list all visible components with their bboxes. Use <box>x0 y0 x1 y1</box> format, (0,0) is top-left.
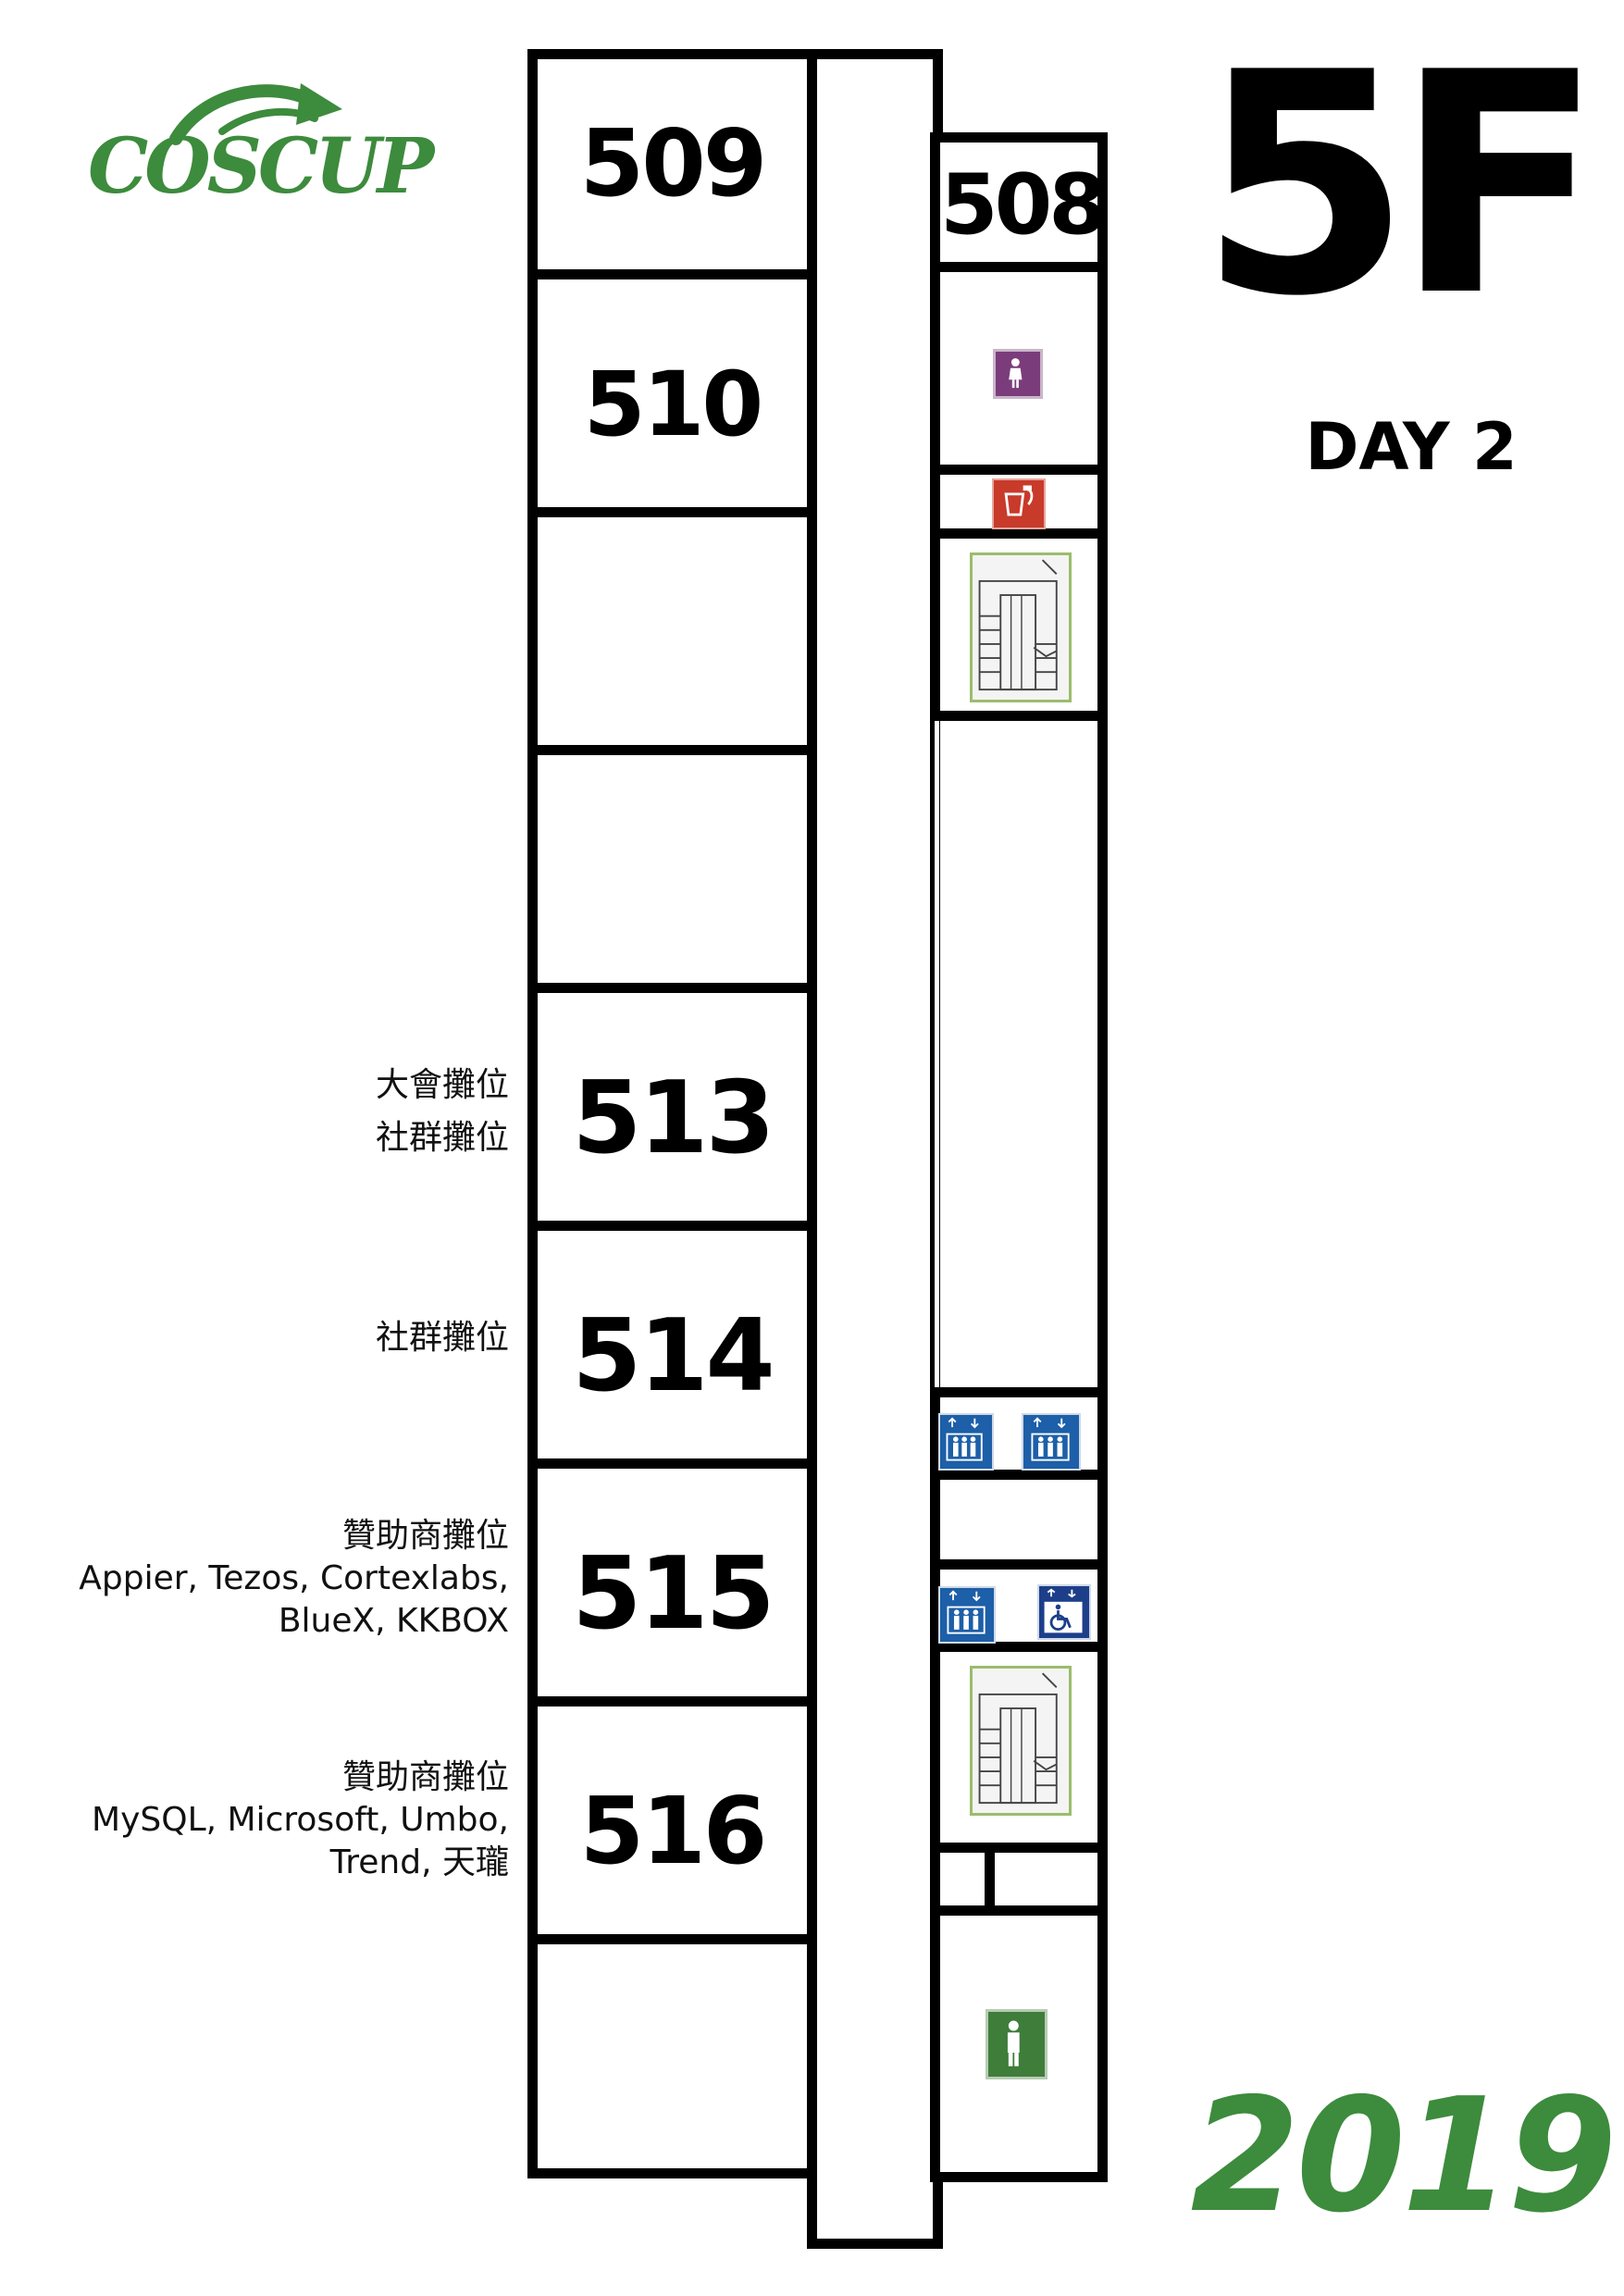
elevator-icon <box>938 1413 994 1471</box>
room-515-sponsor-list-2: BlueX, KKBOX <box>278 1602 509 1640</box>
room-508[interactable]: 508 <box>930 132 1108 272</box>
room-515-number: 515 <box>572 1536 775 1652</box>
room-510-number: 510 <box>583 353 763 456</box>
day-label: DAY 2 <box>1305 409 1518 485</box>
room-516[interactable]: 516 <box>527 1696 817 1944</box>
male-restroom-icon <box>986 2009 1048 2079</box>
room-515-sponsor-list-1: Appier, Tezos, Cortexlabs, <box>79 1559 509 1597</box>
room-508-number: 508 <box>940 156 1107 254</box>
room-517[interactable] <box>527 1934 817 2178</box>
corridor <box>807 49 943 2249</box>
room-509[interactable]: 509 <box>527 49 817 279</box>
logo-text: COSCUP <box>88 122 434 211</box>
room-514[interactable]: 514 <box>527 1221 817 1469</box>
elevator-icon <box>938 1586 996 1644</box>
stairs-icon <box>970 552 1072 702</box>
room-513[interactable]: 513 <box>527 983 817 1231</box>
room-512[interactable] <box>527 745 817 993</box>
room-513-number: 513 <box>572 1061 775 1176</box>
drinking-water-icon <box>992 478 1046 529</box>
room-510[interactable]: 510 <box>527 269 817 517</box>
floor-title: 5F <box>1198 7 1603 363</box>
female-restroom-icon <box>993 349 1043 399</box>
room-514-number: 514 <box>572 1298 775 1414</box>
room-513-booth-label-2: 社群攤位 <box>375 1119 509 1157</box>
stairs-icon <box>970 1666 1072 1816</box>
room-509-number: 509 <box>579 109 768 217</box>
room-515[interactable]: 515 <box>527 1458 817 1706</box>
elevator-icon <box>1022 1413 1081 1471</box>
room-511[interactable] <box>527 507 817 755</box>
room-516-booth-label-1: 贊助商攤位 <box>341 1758 509 1796</box>
room-516-number: 516 <box>579 1777 768 1885</box>
coscup-logo: COSCUP <box>88 74 434 211</box>
year-label: 2019 <box>1190 2065 1617 2248</box>
service-room <box>930 1470 1108 1570</box>
room-515-booth-label-1: 贊助商攤位 <box>341 1517 509 1555</box>
room-516-sponsor-list-1: MySQL, Microsoft, Umbo, <box>92 1801 509 1839</box>
room-516-sponsor-list-2: Trend, 天瓏 <box>329 1843 509 1881</box>
room-514-booth-label-1: 社群攤位 <box>375 1319 509 1357</box>
accessible-elevator-icon <box>1037 1584 1091 1640</box>
room-513-booth-label-1: 大會攤位 <box>375 1066 509 1104</box>
